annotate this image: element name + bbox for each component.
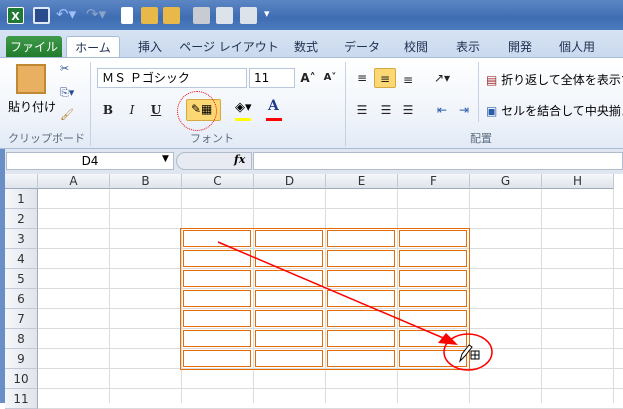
window-border — [0, 149, 5, 403]
annotation-arrow-head — [438, 333, 458, 345]
annotation-arrow-line — [217, 241, 449, 341]
pencil-cursor-icon — [458, 344, 473, 363]
annotation-layer — [217, 241, 493, 371]
